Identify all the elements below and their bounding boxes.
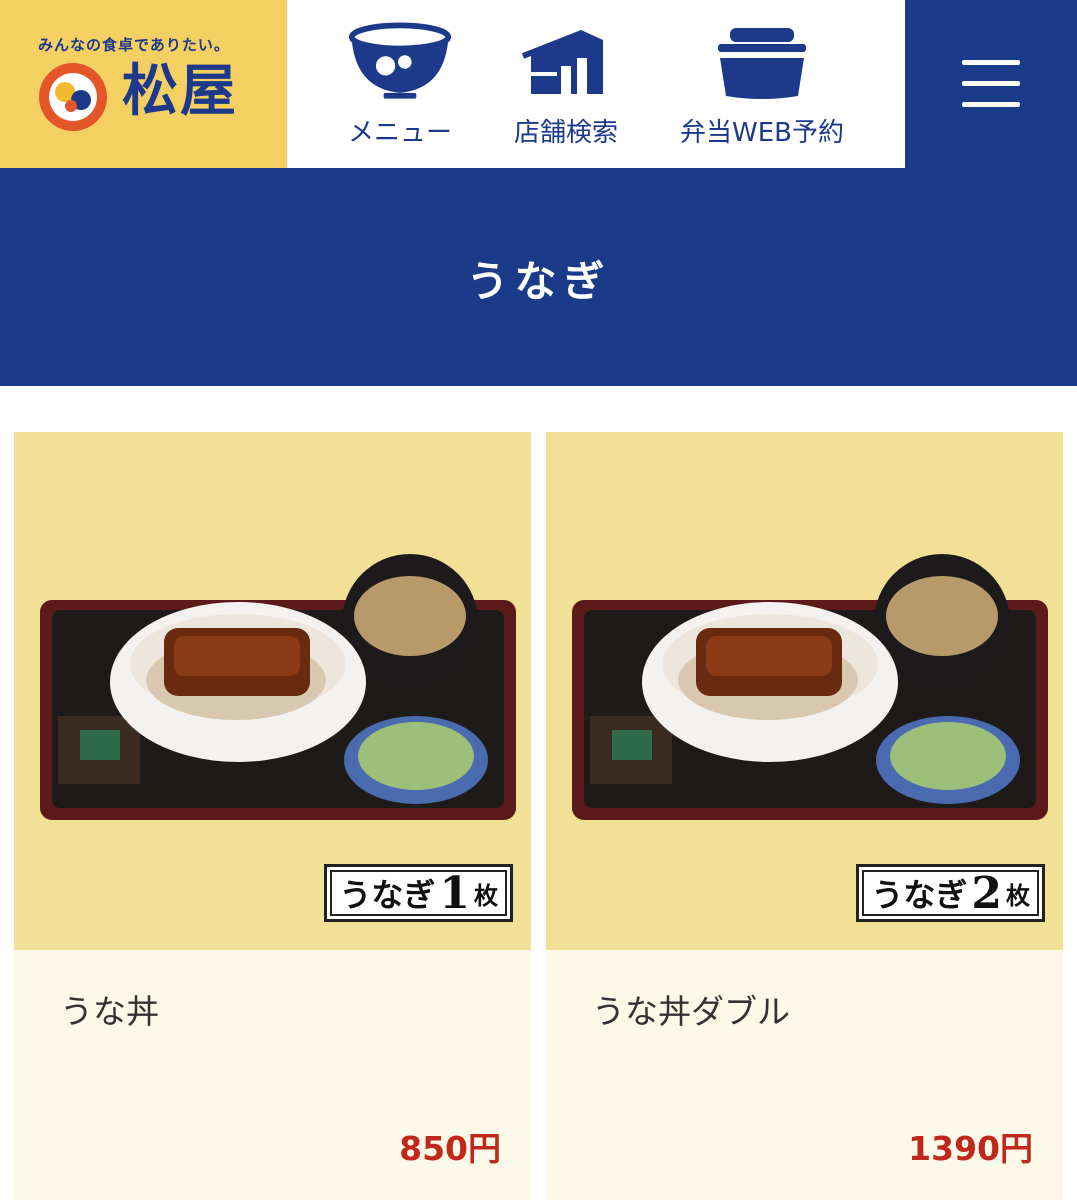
menu-item-price: 1390円 — [908, 1129, 1033, 1168]
badge-text: うなぎ — [339, 876, 436, 914]
bento-icon — [718, 28, 806, 99]
menu-card-una-don[interactable]: うなぎ 1 枚 うな丼 850円 — [14, 432, 531, 1200]
badge-unit: 枚 — [1006, 880, 1030, 910]
nav-store-search-label: 店舗検索 — [513, 118, 618, 148]
logo-mark-icon — [39, 63, 107, 131]
nav-store-search[interactable]: 店舗検索 — [476, 14, 656, 148]
logo-name: 松屋 — [122, 58, 238, 124]
nav-menu-label: メニュー — [347, 118, 452, 148]
nav-bento-reservation-label: 弁当WEB予約 — [680, 118, 844, 148]
store-icon — [521, 30, 603, 94]
category-banner: うなぎ — [0, 168, 1077, 386]
hamburger-menu-button[interactable] — [905, 0, 1077, 168]
bowl-icon — [348, 22, 452, 99]
logo-tagline: みんなの食卓でありたい。 — [38, 36, 230, 54]
badge-number: 1 — [439, 867, 470, 919]
logo[interactable]: みんなの食卓でありたい。 松屋 — [0, 0, 287, 168]
eel-count-badge: うなぎ 1 枚 — [324, 864, 513, 922]
menu-photo: うなぎ 2 枚 — [546, 432, 1063, 950]
menu-photo: うなぎ 1 枚 — [14, 432, 531, 950]
badge-text: うなぎ — [871, 876, 968, 914]
hamburger-icon-line — [962, 81, 1020, 86]
page-title: うなぎ — [466, 257, 611, 306]
nav-bento-reservation[interactable]: 弁当WEB予約 — [672, 14, 852, 148]
nav-menu[interactable]: メニュー — [310, 14, 490, 148]
eel-count-badge: うなぎ 2 枚 — [856, 864, 1045, 922]
site-header: みんなの食卓でありたい。 松屋 メニュー 店舗検索 弁当WEB予約 — [0, 0, 1077, 168]
menu-card-una-don-double[interactable]: うなぎ 2 枚 うな丼ダブル 1390円 — [546, 432, 1063, 1200]
menu-item-name: うな丼ダブル — [592, 992, 790, 1031]
menu-item-price: 850円 — [399, 1129, 501, 1168]
hamburger-icon — [962, 60, 1020, 65]
hamburger-icon-line — [962, 102, 1020, 107]
menu-item-name: うな丼 — [60, 992, 159, 1031]
badge-unit: 枚 — [474, 880, 498, 910]
badge-number: 2 — [971, 867, 1002, 919]
